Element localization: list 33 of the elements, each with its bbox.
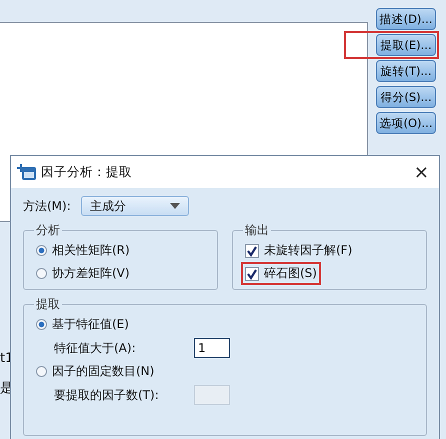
group-title: 提取 [35, 296, 61, 313]
input-field[interactable]: 1 [194, 338, 230, 358]
checkbox-option[interactable]: 碎石图(S) [243, 264, 319, 283]
radio-option[interactable]: 基于特征值(E) [34, 315, 131, 334]
radio-button[interactable] [36, 268, 47, 279]
side-button[interactable]: 得分(S)... [376, 86, 436, 108]
method-dropdown[interactable]: 主成分 [80, 196, 189, 216]
field-label: 特征值大于(A): [54, 340, 137, 356]
radio-button[interactable] [36, 245, 47, 256]
option-label: 基于特征值(E) [52, 316, 129, 333]
side-button[interactable]: 描述(D)... [376, 8, 436, 30]
radio-option[interactable]: 协方差矩阵(V) [34, 264, 132, 283]
app-icon [17, 163, 37, 181]
window-title: 因子分析：提取 [41, 164, 133, 180]
option-label: 因子的固定数目(N) [52, 363, 154, 380]
checkbox-option[interactable]: 未旋转因子解(F) [243, 241, 354, 260]
method-label: 方法(M): [23, 198, 71, 214]
option-label: 未旋转因子解(F) [264, 242, 352, 259]
side-button[interactable]: 旋转(T)... [376, 60, 436, 82]
group-title: 分析 [35, 222, 61, 239]
radio-button[interactable] [36, 319, 47, 330]
group-title: 输出 [244, 222, 270, 239]
option-label: 碎石图(S) [264, 265, 317, 282]
radio-option[interactable]: 相关性矩阵(R) [34, 241, 132, 260]
side-button[interactable]: 选项(O)... [376, 112, 436, 134]
caret-icon [170, 203, 180, 209]
close-button[interactable]: × [410, 162, 433, 182]
field-label: 要提取的因子数(T): [54, 386, 160, 404]
option-label: 相关性矩阵(R) [52, 242, 130, 259]
side-button[interactable]: 提取(E)... [376, 34, 436, 56]
checkbox[interactable] [245, 266, 259, 280]
option-label: 协方差矩阵(V) [52, 265, 130, 282]
checkbox[interactable] [245, 244, 259, 258]
